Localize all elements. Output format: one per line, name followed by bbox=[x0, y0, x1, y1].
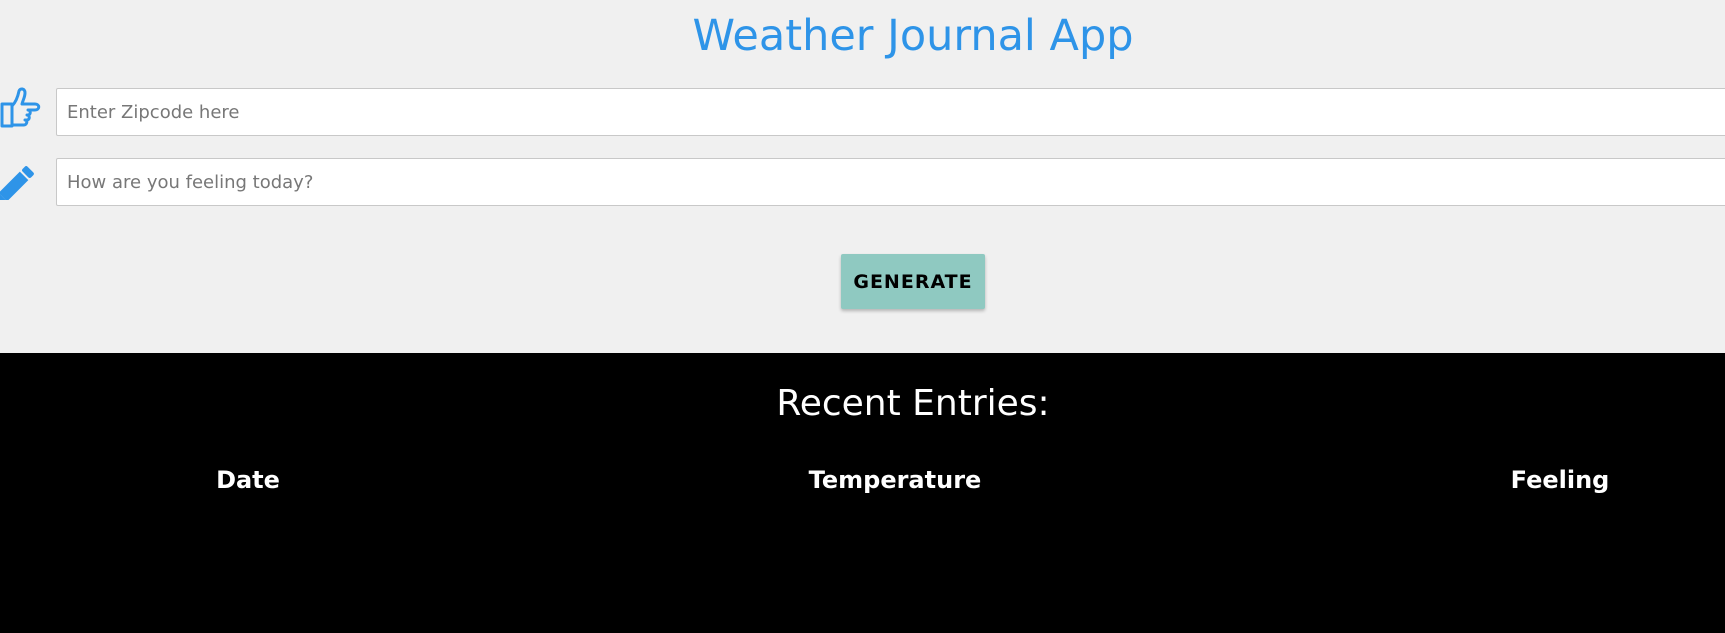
recent-entries-title: Recent Entries: bbox=[776, 383, 1050, 424]
pencil-icon bbox=[0, 158, 42, 205]
column-header-feeling: Feeling bbox=[1510, 466, 1610, 494]
pointing-hand-icon bbox=[0, 86, 42, 128]
input-section: Weather Journal App GENERATE bbox=[0, 0, 1725, 353]
app-title: Weather Journal App bbox=[692, 11, 1134, 61]
column-header-temperature: Temperature bbox=[808, 466, 982, 494]
recent-entries-section: Recent Entries: Date Temperature Feeling bbox=[0, 353, 1725, 633]
zipcode-input[interactable] bbox=[56, 88, 1725, 136]
generate-button[interactable]: GENERATE bbox=[841, 254, 985, 309]
feelings-input[interactable] bbox=[56, 158, 1725, 206]
column-header-date: Date bbox=[216, 466, 280, 494]
